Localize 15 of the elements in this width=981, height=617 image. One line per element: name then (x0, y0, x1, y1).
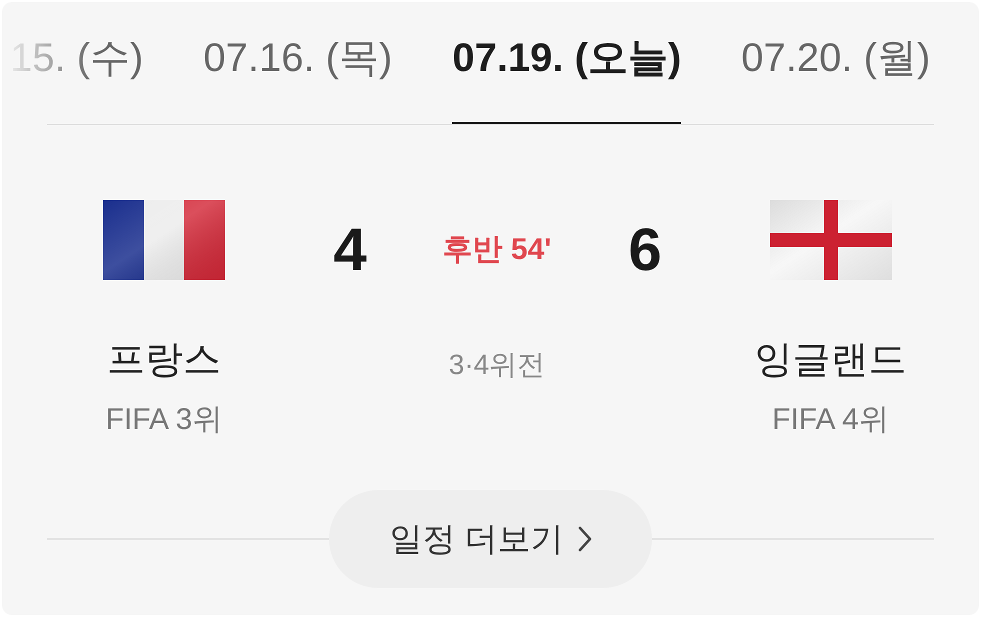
chevron-right-icon (578, 526, 592, 552)
date-tab[interactable]: 07.20. (월) (741, 34, 930, 124)
match-time: 후반 54' (442, 232, 552, 268)
more-schedule-button[interactable]: 일정 더보기 (329, 490, 652, 588)
team-score: 6 (628, 215, 662, 285)
team-name: 프랑스 (107, 338, 221, 383)
tricolor-flag-icon (103, 200, 225, 280)
date-tab[interactable]: 15. (수) (10, 34, 144, 124)
team-rank: FIFA 4위 (772, 402, 889, 438)
cross-flag-icon (770, 200, 892, 280)
match-round: 3·4위전 (448, 348, 546, 382)
team-rank: FIFA 3위 (106, 402, 222, 438)
date-tab[interactable]: 07.16. (목) (203, 34, 392, 124)
team-score: 4 (333, 215, 367, 285)
team-name: 잉글랜드 (754, 338, 906, 383)
